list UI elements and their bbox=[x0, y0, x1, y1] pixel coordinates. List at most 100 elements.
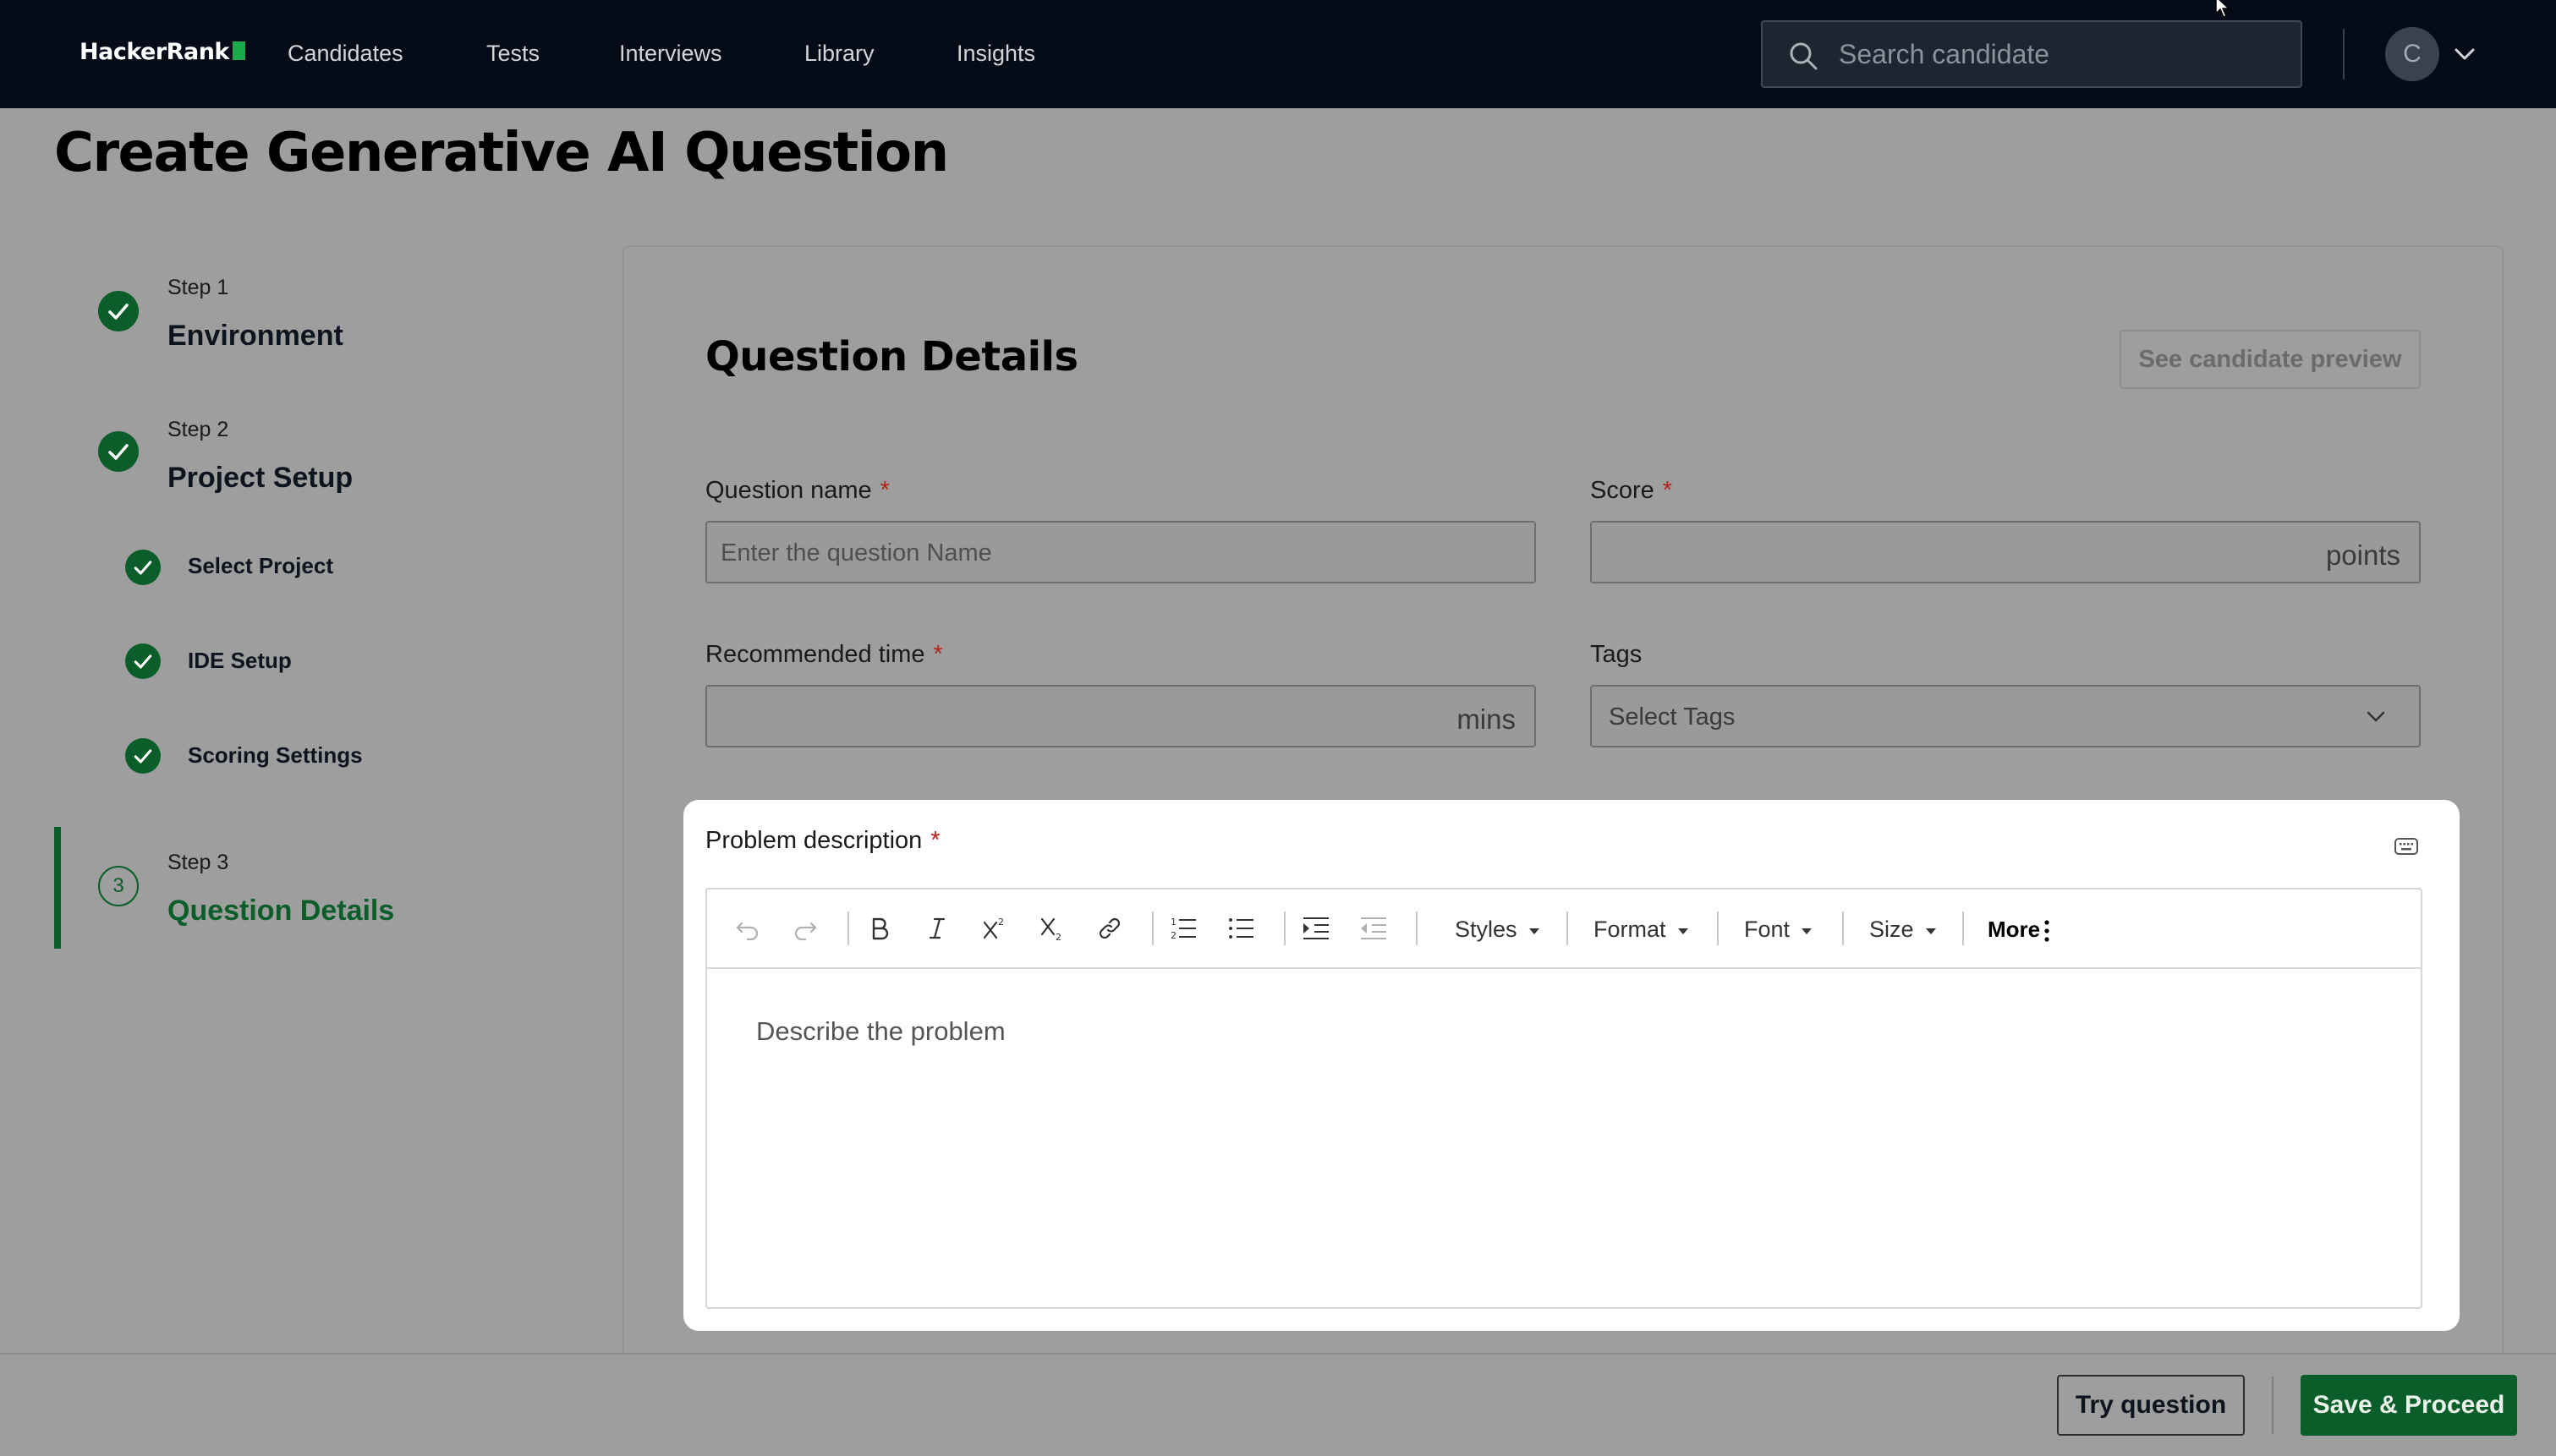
tags-select[interactable]: Select Tags bbox=[1590, 685, 2421, 747]
bulleted-list-icon bbox=[1229, 918, 1253, 939]
toolbar-separator bbox=[1566, 911, 1568, 945]
score-suffix: points bbox=[2325, 539, 2400, 571]
substep-select-project[interactable]: Select Project bbox=[188, 553, 333, 579]
logo-mark-icon bbox=[232, 41, 245, 60]
question-name-label-text: Question name bbox=[705, 477, 872, 504]
toolbar-separator bbox=[1717, 911, 1719, 945]
svg-text:2: 2 bbox=[1171, 930, 1177, 941]
problem-description-panel: Problem description * 2 2 1 2 Styles For… bbox=[683, 800, 2460, 1331]
bulleted-list-button[interactable] bbox=[1225, 911, 1259, 945]
recommended-time-suffix: mins bbox=[1456, 703, 1516, 735]
subscript-button[interactable]: 2 bbox=[1035, 911, 1069, 945]
keyboard-icon[interactable] bbox=[2394, 835, 2419, 857]
nav-library[interactable]: Library bbox=[804, 41, 875, 67]
avatar[interactable]: C bbox=[2385, 27, 2439, 81]
required-mark: * bbox=[933, 641, 943, 668]
toolbar-separator bbox=[847, 911, 849, 945]
superscript-icon: 2 bbox=[983, 917, 1004, 939]
question-name-field[interactable] bbox=[705, 521, 1536, 583]
required-mark: * bbox=[880, 477, 890, 504]
svg-text:1: 1 bbox=[1171, 917, 1177, 928]
format-dropdown[interactable]: Format bbox=[1593, 917, 1688, 943]
outdent-icon bbox=[1361, 917, 1386, 939]
rich-text-editor[interactable]: 2 2 12 Styles Format Font Size More Desc… bbox=[705, 888, 2422, 1309]
step-1-title[interactable]: Environment bbox=[167, 320, 343, 353]
substep-ide-setup[interactable]: IDE Setup bbox=[188, 648, 292, 674]
recommended-time-field[interactable]: mins bbox=[705, 685, 1536, 747]
active-step-indicator bbox=[54, 827, 61, 949]
question-name-input[interactable] bbox=[721, 534, 1383, 572]
step-2-caption: Step 2 bbox=[167, 418, 229, 441]
hackerrank-logo[interactable]: HackerRank bbox=[80, 39, 245, 65]
subscript-icon: 2 bbox=[1040, 917, 1061, 943]
size-dropdown[interactable]: Size bbox=[1869, 917, 1936, 943]
step-3-number: 3 bbox=[98, 866, 139, 906]
step-2-title[interactable]: Project Setup bbox=[167, 462, 353, 495]
problem-description-label: Problem description * bbox=[705, 827, 941, 855]
problem-description-placeholder: Describe the problem bbox=[756, 1016, 1006, 1046]
more-vertical-icon[interactable] bbox=[2042, 917, 2052, 945]
question-name-label: Question name * bbox=[705, 477, 890, 505]
nav-candidates[interactable]: Candidates bbox=[288, 41, 403, 67]
redo-button[interactable] bbox=[788, 911, 822, 945]
indent-button[interactable] bbox=[1299, 911, 1333, 945]
step-3-caption: Step 3 bbox=[167, 851, 229, 874]
try-question-button[interactable]: Try question bbox=[2057, 1375, 2245, 1436]
styles-dropdown[interactable]: Styles bbox=[1455, 917, 1539, 943]
italic-button[interactable] bbox=[920, 911, 954, 945]
search-icon bbox=[1790, 42, 1818, 70]
problem-description-label-text: Problem description bbox=[705, 827, 923, 854]
tags-select-placeholder: Select Tags bbox=[1609, 703, 1736, 731]
nav-tests[interactable]: Tests bbox=[486, 41, 540, 67]
more-button[interactable]: More bbox=[1988, 917, 2040, 943]
substep-ide-setup-complete-icon bbox=[125, 643, 161, 679]
chevron-down-icon[interactable] bbox=[2451, 41, 2478, 68]
recommended-time-label: Recommended time * bbox=[705, 641, 943, 669]
search-box[interactable] bbox=[1761, 20, 2302, 88]
link-button[interactable] bbox=[1093, 911, 1127, 945]
toolbar-separator bbox=[1962, 911, 1964, 945]
required-mark: * bbox=[1662, 477, 1673, 504]
toolbar-separator bbox=[1416, 911, 1418, 945]
size-dropdown-label: Size bbox=[1869, 917, 1914, 942]
link-icon bbox=[1099, 917, 1121, 939]
score-label-text: Score bbox=[1590, 477, 1654, 504]
section-title: Question Details bbox=[705, 333, 1078, 380]
substep-scoring-settings[interactable]: Scoring Settings bbox=[188, 742, 363, 769]
nav-interviews[interactable]: Interviews bbox=[619, 41, 722, 67]
nav-insights[interactable]: Insights bbox=[957, 41, 1035, 67]
caret-down-icon bbox=[1802, 928, 1813, 934]
search-input[interactable] bbox=[1839, 36, 2279, 73]
chevron-down-icon bbox=[2367, 711, 2385, 722]
superscript-button[interactable]: 2 bbox=[978, 911, 1012, 945]
undo-button[interactable] bbox=[731, 911, 765, 945]
see-candidate-preview-button[interactable]: See candidate preview bbox=[2120, 330, 2421, 389]
numbered-list-icon: 12 bbox=[1171, 917, 1196, 941]
redo-icon bbox=[794, 922, 817, 941]
step-3-title[interactable]: Question Details bbox=[167, 895, 394, 928]
outdent-button[interactable] bbox=[1357, 911, 1390, 945]
score-input[interactable] bbox=[1605, 534, 2268, 572]
recommended-time-input[interactable] bbox=[721, 698, 1383, 736]
undo-icon bbox=[736, 922, 759, 941]
font-dropdown[interactable]: Font bbox=[1744, 917, 1813, 943]
bold-button[interactable] bbox=[863, 911, 897, 945]
save-and-proceed-button[interactable]: Save & Proceed bbox=[2301, 1375, 2517, 1436]
editor-toolbar: 2 2 12 Styles Format Font Size More bbox=[707, 889, 2421, 969]
indent-icon bbox=[1303, 917, 1329, 939]
font-dropdown-label: Font bbox=[1744, 917, 1791, 942]
step-2-complete-icon bbox=[98, 431, 139, 472]
substep-select-project-complete-icon bbox=[125, 550, 161, 585]
caret-down-icon bbox=[1528, 928, 1539, 934]
check-icon bbox=[108, 304, 129, 320]
numbered-list-button[interactable]: 12 bbox=[1167, 911, 1201, 945]
caret-down-icon bbox=[1925, 928, 1936, 934]
page-title: Create Generative AI Question bbox=[54, 122, 949, 184]
tags-label: Tags bbox=[1590, 641, 1643, 668]
italic-icon bbox=[929, 917, 946, 939]
check-icon bbox=[134, 749, 152, 764]
step-1-caption: Step 1 bbox=[167, 276, 229, 299]
substep-scoring-settings-complete-icon bbox=[125, 738, 161, 774]
score-label: Score * bbox=[1590, 477, 1672, 505]
score-field[interactable]: points bbox=[1590, 521, 2421, 583]
